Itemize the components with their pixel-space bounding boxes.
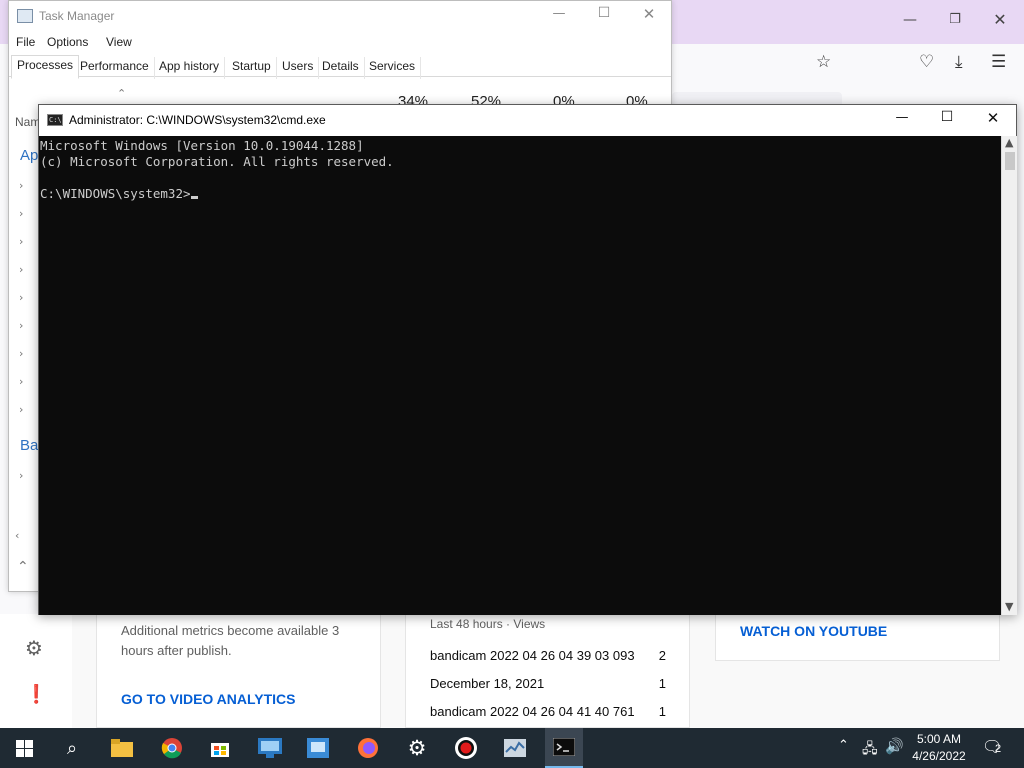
apps-group-header: Ap: [20, 147, 39, 164]
menu-options[interactable]: Options: [47, 35, 88, 49]
scroll-down-icon[interactable]: ▼: [1005, 600, 1013, 613]
tab-services[interactable]: Services: [364, 57, 422, 79]
fewer-details-icon[interactable]: ⌃: [17, 559, 29, 575]
studio-main: Additional metrics become available 3 ho…: [72, 614, 1024, 728]
scroll-left-icon[interactable]: ‹: [15, 529, 19, 542]
tab-users[interactable]: Users: [277, 57, 320, 79]
views-row-label[interactable]: bandicam 2022 04 26 04 39 03 093: [430, 648, 635, 663]
expand-chevron-icon[interactable]: ›: [19, 403, 23, 416]
expand-chevron-icon[interactable]: ›: [19, 263, 23, 276]
views-row-label[interactable]: December 18, 2021: [430, 676, 544, 691]
cmd-scrollbar[interactable]: ▲ ▼: [1001, 136, 1017, 615]
control-panel-icon[interactable]: [304, 734, 332, 762]
expand-chevron-icon[interactable]: ›: [19, 207, 23, 220]
metrics-note: Additional metrics become available 3 ho…: [121, 623, 340, 658]
browser-restore-button[interactable]: ❐: [945, 12, 965, 27]
watch-on-youtube-link[interactable]: WATCH ON YOUTUBE: [740, 623, 887, 639]
task-manager-icon: [17, 9, 33, 23]
cmd-window: C:\ Administrator: C:\WINDOWS\system32\c…: [38, 104, 1017, 615]
cmd-title: Administrator: C:\WINDOWS\system32\cmd.e…: [69, 113, 326, 127]
search-icon[interactable]: ⌕: [58, 734, 86, 762]
task-manager-title: Task Manager: [39, 9, 115, 23]
studio-sidebar: ⚙ ❗: [0, 614, 72, 728]
remote-desktop-icon[interactable]: [256, 734, 284, 762]
record-icon[interactable]: [452, 734, 480, 762]
browser-close-button[interactable]: ✕: [990, 10, 1010, 29]
views-row-count: 1: [658, 704, 666, 719]
feedback-icon[interactable]: ❗: [25, 684, 47, 705]
start-icon[interactable]: [10, 734, 38, 762]
text-cursor: [190, 196, 198, 199]
views-row-count: 1: [658, 676, 666, 691]
volume-icon[interactable]: 🔊: [885, 737, 904, 755]
show-hidden-icons-icon[interactable]: ⌃: [838, 738, 849, 753]
console-prompt: C:\WINDOWS\system32>: [40, 186, 1000, 202]
expand-chevron-icon[interactable]: ›: [19, 179, 23, 192]
notification-center[interactable]: 🗨 2: [982, 737, 1008, 759]
sort-arrow-icon: ⌃: [117, 87, 127, 100]
cmd-close-button[interactable]: ✕: [983, 109, 1003, 127]
clock[interactable]: 5:00 AM 4/26/2022: [905, 731, 973, 765]
views-card: Last 48 hours · Views bandicam 2022 04 2…: [405, 614, 690, 728]
video-analytics-link[interactable]: GO TO VIDEO ANALYTICS: [121, 691, 296, 707]
taskbar: ⌕ ⚙ ⌃ 🖧 🔊 5:00 AM 4/26/2022 🗨 2: [0, 728, 1024, 768]
network-icon[interactable]: 🖧: [862, 738, 878, 762]
scroll-thumb[interactable]: [1005, 152, 1015, 170]
tab-performance[interactable]: Performance: [75, 57, 155, 79]
views-header: Last 48 hours · Views: [430, 617, 546, 631]
tab-processes[interactable]: Processes: [11, 55, 80, 79]
expand-chevron-icon[interactable]: ›: [19, 319, 23, 332]
menu-view[interactable]: View: [106, 35, 132, 49]
tab-startup[interactable]: Startup: [227, 57, 277, 79]
browser-minimize-button[interactable]: —: [900, 12, 920, 28]
expand-chevron-icon[interactable]: ›: [19, 291, 23, 304]
clock-date: 4/26/2022: [912, 749, 966, 763]
cmd-app-icon: C:\: [47, 114, 63, 126]
settings-gear-icon[interactable]: ⚙: [403, 734, 431, 762]
menu-file[interactable]: File: [16, 35, 35, 49]
cmd-maximize-button[interactable]: ☐: [937, 109, 957, 125]
chrome-icon[interactable]: [158, 734, 186, 762]
tm-close-button[interactable]: ✕: [639, 5, 659, 23]
cmd-minimize-button[interactable]: —: [892, 110, 912, 125]
tm-minimize-button[interactable]: —: [549, 6, 569, 21]
metrics-card: Additional metrics become available 3 ho…: [96, 614, 381, 728]
expand-chevron-icon[interactable]: ›: [19, 235, 23, 248]
name-column-header[interactable]: Nam: [15, 115, 40, 129]
cmd-taskbar-icon[interactable]: [545, 728, 583, 768]
prompt-text: C:\WINDOWS\system32>: [40, 186, 191, 201]
expand-chevron-icon[interactable]: ›: [19, 375, 23, 388]
tab-app-history[interactable]: App history: [154, 57, 226, 79]
tm-maximize-button[interactable]: ☐: [594, 5, 614, 21]
watch-card: WATCH ON YOUTUBE: [715, 614, 1000, 661]
bookmark-star-icon[interactable]: ☆: [816, 52, 831, 72]
clock-time: 5:00 AM: [916, 732, 962, 746]
store-icon[interactable]: [206, 734, 234, 762]
task-manager-taskbar-icon[interactable]: [501, 734, 529, 762]
expand-chevron-icon[interactable]: ›: [19, 347, 23, 360]
views-row-count: 2: [658, 648, 666, 663]
console-line: (c) Microsoft Corporation. All rights re…: [40, 154, 394, 169]
download-icon[interactable]: ⤓: [955, 52, 963, 72]
firefox-icon[interactable]: [354, 734, 382, 762]
views-row-label[interactable]: bandicam 2022 04 26 04 41 40 761: [430, 704, 635, 719]
pocket-icon[interactable]: ♡: [919, 52, 934, 72]
scroll-up-icon[interactable]: ▲: [1005, 136, 1013, 149]
notification-count: 2: [995, 743, 1002, 755]
console-output[interactable]: Microsoft Windows [Version 10.0.19044.12…: [39, 136, 1001, 615]
expand-chevron-icon[interactable]: ›: [19, 469, 23, 482]
tab-details[interactable]: Details: [317, 57, 365, 79]
menu-icon[interactable]: ☰: [991, 52, 1006, 72]
file-explorer-icon[interactable]: [108, 734, 136, 762]
console-line: Microsoft Windows [Version 10.0.19044.12…: [40, 138, 364, 153]
tm-tab-strip: Processes Performance App history Startu…: [9, 55, 671, 79]
settings-icon[interactable]: ⚙: [25, 636, 43, 660]
